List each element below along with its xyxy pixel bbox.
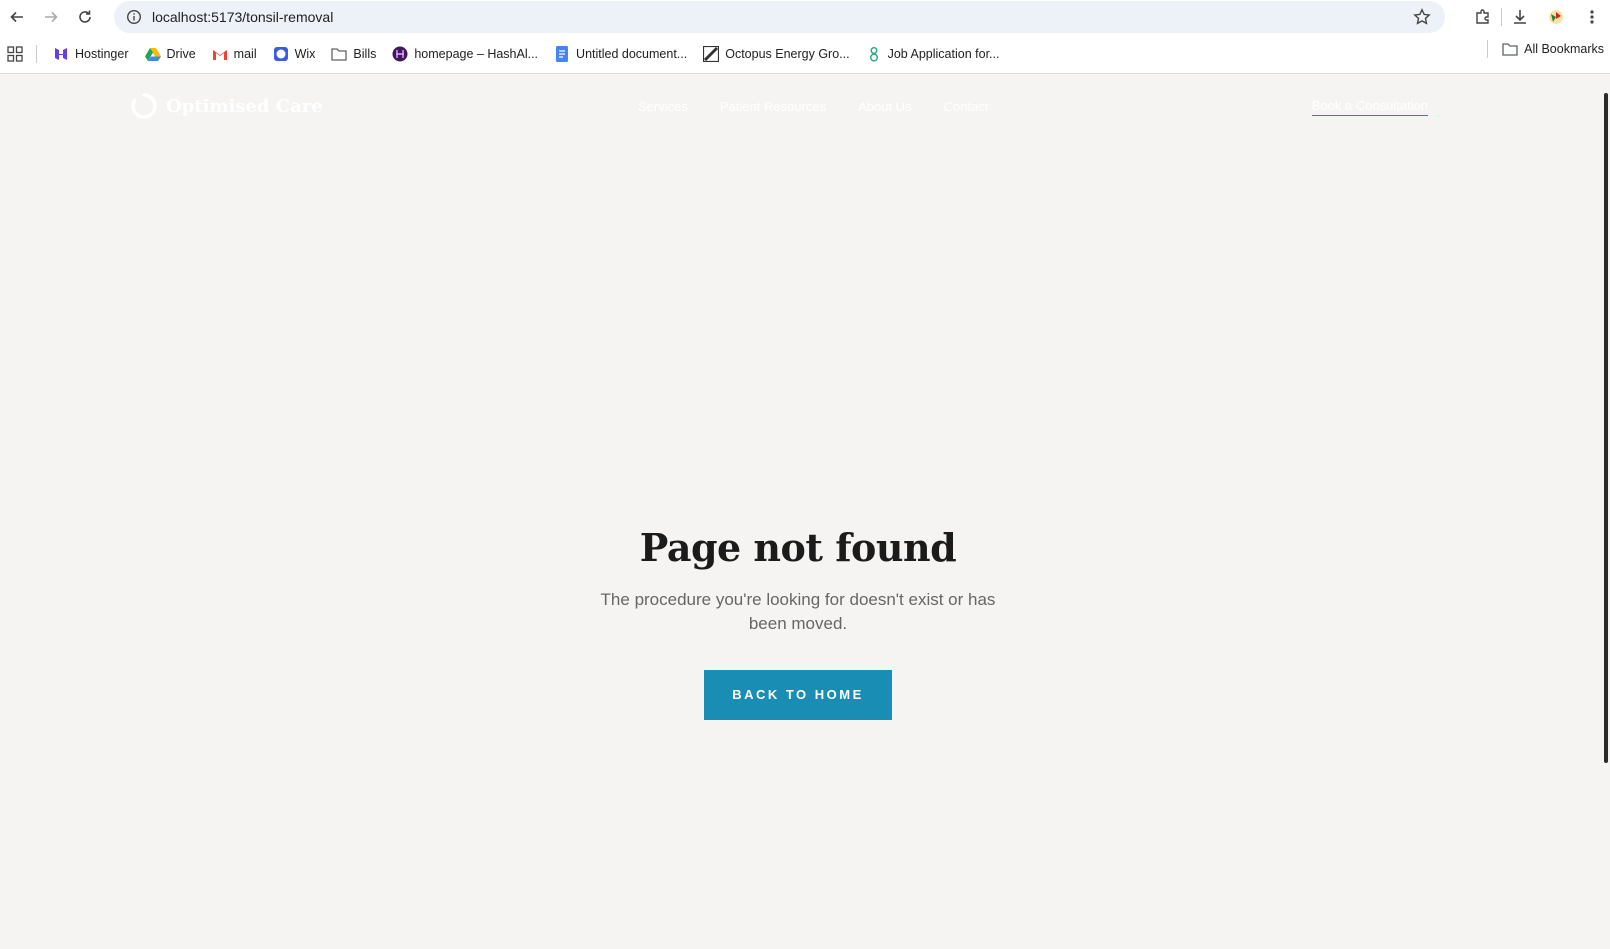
nav-about-us[interactable]: About Us <box>858 99 911 114</box>
scrollbar-thumb[interactable] <box>1604 93 1608 763</box>
site-info-icon[interactable] <box>118 9 150 25</box>
google-drive-icon <box>144 46 161 62</box>
bookmarks-divider <box>36 44 37 63</box>
apps-grid-icon[interactable] <box>2 45 28 62</box>
forward-button[interactable] <box>34 0 68 34</box>
reload-icon <box>79 10 91 23</box>
site-logo[interactable]: Optimised Care <box>130 92 323 120</box>
bookmark-untitled-document[interactable]: Untitled document... <box>546 40 695 68</box>
nav-contact[interactable]: Contact <box>944 99 989 114</box>
octopus-icon <box>703 45 720 62</box>
hostinger-icon <box>53 46 69 62</box>
bookmark-label: Untitled document... <box>576 46 688 61</box>
back-to-home-button[interactable]: BACK TO HOME <box>704 670 892 720</box>
bookmark-label: Job Application for... <box>887 46 1000 61</box>
url-text: localhost:5173/tonsil-removal <box>152 9 334 25</box>
bookmarks-divider <box>1487 40 1489 58</box>
site-header: Optimised Care Services Patient Resource… <box>0 75 1596 139</box>
gmail-icon <box>212 46 228 62</box>
logo-ring-icon <box>131 93 157 119</box>
bookmark-hashal[interactable]: homepage – HashAl... <box>384 40 546 68</box>
reload-button[interactable] <box>68 0 102 34</box>
logo-text: Optimised Care <box>166 95 323 117</box>
book-consultation-link[interactable]: Book a Consultation <box>1311 98 1428 116</box>
arrow-left-icon <box>10 11 23 23</box>
bookmark-bills[interactable]: Bills <box>323 40 384 68</box>
page-title: Page not found <box>639 525 957 570</box>
bookmark-wix[interactable]: Wix <box>265 40 324 68</box>
bookmark-star-icon[interactable] <box>1413 8 1431 30</box>
bookmark-hostinger[interactable]: Hostinger <box>45 40 137 68</box>
wix-icon <box>273 46 289 62</box>
main-nav: Services Patient Resources About Us Cont… <box>638 99 988 114</box>
bookmark-mail[interactable]: mail <box>204 40 265 68</box>
menu-kebab-icon[interactable] <box>1574 0 1610 34</box>
all-bookmarks[interactable]: All Bookmarks <box>1487 40 1604 58</box>
arrow-right-icon <box>45 11 58 23</box>
page-scrollbar[interactable] <box>1596 75 1610 949</box>
toolbar-actions <box>1465 0 1610 34</box>
profile-avatar-icon[interactable] <box>1538 0 1574 34</box>
bookmark-label: homepage – HashAl... <box>414 46 539 61</box>
not-found-message: The procedure you're looking for doesn't… <box>600 590 996 633</box>
bookmark-label: mail <box>233 46 257 61</box>
extensions-icon[interactable] <box>1465 0 1501 34</box>
all-bookmarks-label: All Bookmarks <box>1524 42 1604 56</box>
back-button[interactable] <box>0 0 34 34</box>
nav-services[interactable]: Services <box>638 99 688 114</box>
not-found-section: Page not found The procedure you're look… <box>0 525 1596 720</box>
greenhouse-icon <box>866 46 882 62</box>
bookmark-label: Drive <box>166 46 196 61</box>
address-bar[interactable]: localhost:5173/tonsil-removal <box>114 1 1445 33</box>
bookmark-label: Bills <box>353 46 377 61</box>
folder-icon <box>1502 41 1518 57</box>
bookmark-label: Wix <box>294 46 316 61</box>
bookmark-octopus-energy[interactable]: Octopus Energy Gro... <box>695 40 857 68</box>
hashal-icon <box>392 46 408 62</box>
nav-patient-resources[interactable]: Patient Resources <box>720 99 826 114</box>
folder-icon <box>331 46 348 62</box>
bookmark-label: Hostinger <box>75 46 129 61</box>
bookmark-job-application[interactable]: Job Application for... <box>858 40 1008 68</box>
bookmark-drive[interactable]: Drive <box>137 40 204 68</box>
bookmark-label: Octopus Energy Gro... <box>725 46 850 61</box>
bookmarks-bar: Hostinger Drive mail Wix Bills homepage … <box>0 34 1610 74</box>
page-viewport: Optimised Care Services Patient Resource… <box>0 75 1596 949</box>
download-icon[interactable] <box>1502 0 1538 34</box>
browser-toolbar: localhost:5173/tonsil-removal <box>0 0 1610 34</box>
google-docs-icon <box>554 45 570 62</box>
